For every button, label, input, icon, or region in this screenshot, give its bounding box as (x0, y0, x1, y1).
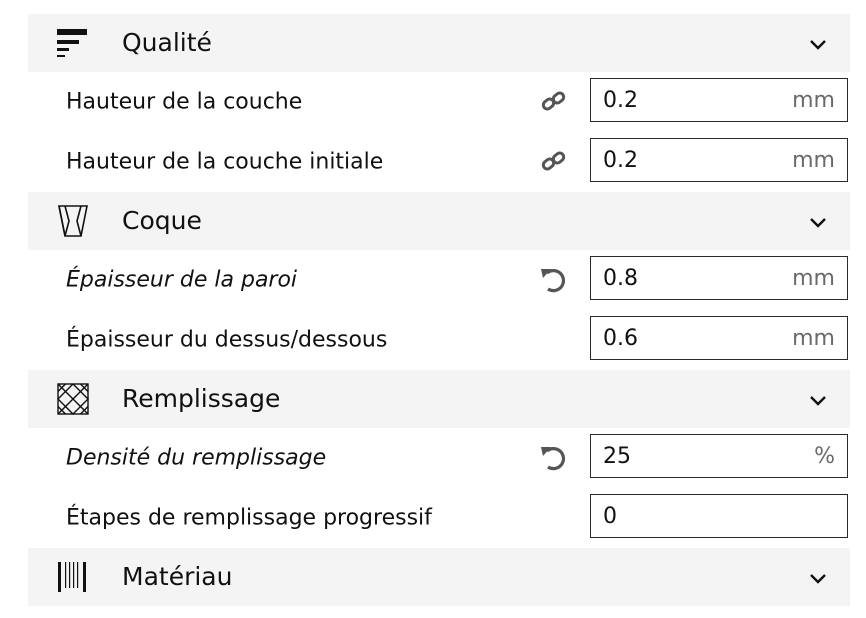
section-title-shell: Coque (122, 206, 202, 235)
section-header-infill[interactable]: Remplissage (28, 370, 850, 428)
input-unit: mm (792, 325, 835, 351)
quality-lines-icon (55, 25, 91, 61)
link-icon[interactable] (536, 144, 572, 180)
initial-layer-height-input[interactable]: 0.2 mm (590, 138, 848, 182)
setting-row-wall-thickness: Épaisseur de la paroi 0.8 mm (28, 250, 850, 310)
setting-row-infill-density: Densité du remplissage 25 % (28, 428, 850, 488)
section-header-quality[interactable]: Qualité (28, 14, 850, 72)
print-settings-panel: Qualité Hauteur de la couche 0.2 mm Haut… (28, 14, 850, 606)
infill-pattern-icon (55, 381, 91, 417)
input-value: 25 (603, 443, 631, 469)
input-value: 0.2 (603, 87, 638, 113)
input-value: 0.2 (603, 147, 638, 173)
input-value: 0 (603, 503, 617, 529)
chevron-down-icon[interactable] (808, 214, 828, 228)
chevron-down-icon[interactable] (808, 36, 828, 50)
setting-label: Épaisseur du dessus/dessous (66, 327, 388, 353)
material-bars-icon (55, 559, 91, 595)
setting-label: Hauteur de la couche initiale (66, 149, 384, 175)
setting-row-top-bottom-thickness: Épaisseur du dessus/dessous 0.6 mm (28, 310, 850, 370)
setting-row-gradual-infill-steps: Étapes de remplissage progressif 0 (28, 488, 850, 548)
chevron-down-icon[interactable] (808, 570, 828, 584)
setting-label: Hauteur de la couche (66, 89, 303, 115)
setting-row-initial-layer-height: Hauteur de la couche initiale 0.2 mm (28, 132, 850, 192)
link-icon[interactable] (536, 84, 572, 120)
wall-thickness-input[interactable]: 0.8 mm (590, 256, 848, 300)
setting-label: Étapes de remplissage progressif (66, 505, 432, 531)
setting-label: Densité du remplissage (66, 445, 327, 471)
reset-icon[interactable] (536, 262, 572, 298)
top-bottom-thickness-input[interactable]: 0.6 mm (590, 316, 848, 360)
infill-density-input[interactable]: 25 % (590, 434, 848, 478)
section-title-infill: Remplissage (122, 384, 281, 413)
section-header-material[interactable]: Matériau (28, 548, 850, 606)
section-title-material: Matériau (122, 562, 233, 591)
input-unit: % (814, 443, 835, 469)
section-header-shell[interactable]: Coque (28, 192, 850, 250)
input-unit: mm (792, 147, 835, 173)
input-unit: mm (792, 265, 835, 291)
gradual-infill-steps-input[interactable]: 0 (590, 494, 848, 538)
setting-row-layer-height: Hauteur de la couche 0.2 mm (28, 72, 850, 132)
input-value: 0.6 (603, 325, 638, 351)
input-value: 0.8 (603, 265, 638, 291)
reset-icon[interactable] (536, 440, 572, 476)
setting-label: Épaisseur de la paroi (66, 267, 298, 293)
layer-height-input[interactable]: 0.2 mm (590, 78, 848, 122)
section-title-quality: Qualité (122, 28, 212, 57)
input-unit: mm (792, 87, 835, 113)
shell-icon (55, 203, 91, 239)
chevron-down-icon[interactable] (808, 392, 828, 406)
